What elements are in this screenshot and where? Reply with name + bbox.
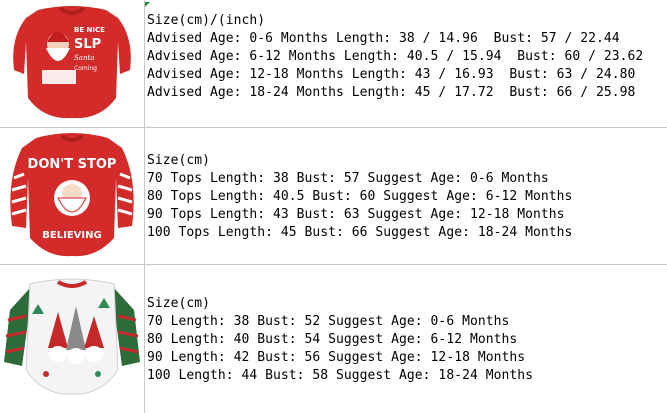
size-unit-header: Size(cm) [147, 153, 211, 168]
image-lettering: Santa [74, 54, 94, 62]
size-row: Advised Age: 6-12 Months Length: 40.5 / … [147, 49, 644, 64]
size-row: 100 Tops Length: 45 Bust: 66 Suggest Age… [147, 225, 573, 240]
product-image-gnome-romper [0, 270, 144, 410]
size-chart-cell: Size(cm) 70 Length: 38 Bust: 52 Suggest … [147, 295, 665, 385]
cell-comment-marker [145, 2, 150, 7]
size-row: 70 Length: 38 Bust: 52 Suggest Age: 0-6 … [147, 314, 510, 329]
size-chart-cell: Size(cm) 70 Tops Length: 38 Bust: 57 Sug… [147, 152, 665, 242]
product-image-santa-romper: BE NICE SLP Santa Coming [0, 2, 144, 126]
image-lettering: SLP [74, 37, 101, 52]
column-divider [144, 0, 145, 413]
size-row: Advised Age: 12-18 Months Length: 43 / 1… [147, 67, 636, 82]
row-divider [0, 264, 667, 265]
size-row: 90 Length: 42 Bust: 56 Suggest Age: 12-1… [147, 350, 526, 365]
product-image-dont-stop-believing-romper: DON'T STOP BELIEVING [0, 130, 144, 262]
size-row: 100 Length: 44 Bust: 58 Suggest Age: 18-… [147, 368, 533, 383]
size-row: Advised Age: 18-24 Months Length: 45 / 1… [147, 85, 636, 100]
size-chart-cell: Size(cm)/(inch) Advised Age: 0-6 Months … [147, 12, 665, 102]
image-lettering: BE NICE [74, 26, 105, 34]
image-lettering: BELIEVING [42, 230, 101, 241]
size-chart-sheet: BE NICE SLP Santa Coming DON'T STOP BELI… [0, 0, 667, 413]
row-divider [0, 127, 667, 128]
image-lettering: Coming [74, 65, 97, 72]
size-row: Advised Age: 0-6 Months Length: 38 / 14.… [147, 31, 620, 46]
image-lettering: DON'T STOP [28, 157, 117, 172]
size-row: 90 Tops Length: 43 Bust: 63 Suggest Age:… [147, 207, 565, 222]
size-row: 70 Tops Length: 38 Bust: 57 Suggest Age:… [147, 171, 549, 186]
size-row: 80 Length: 40 Bust: 54 Suggest Age: 6-12… [147, 332, 518, 347]
size-unit-header: Size(cm)/(inch) [147, 13, 266, 28]
size-unit-header: Size(cm) [147, 296, 211, 311]
size-row: 80 Tops Length: 40.5 Bust: 60 Suggest Ag… [147, 189, 573, 204]
